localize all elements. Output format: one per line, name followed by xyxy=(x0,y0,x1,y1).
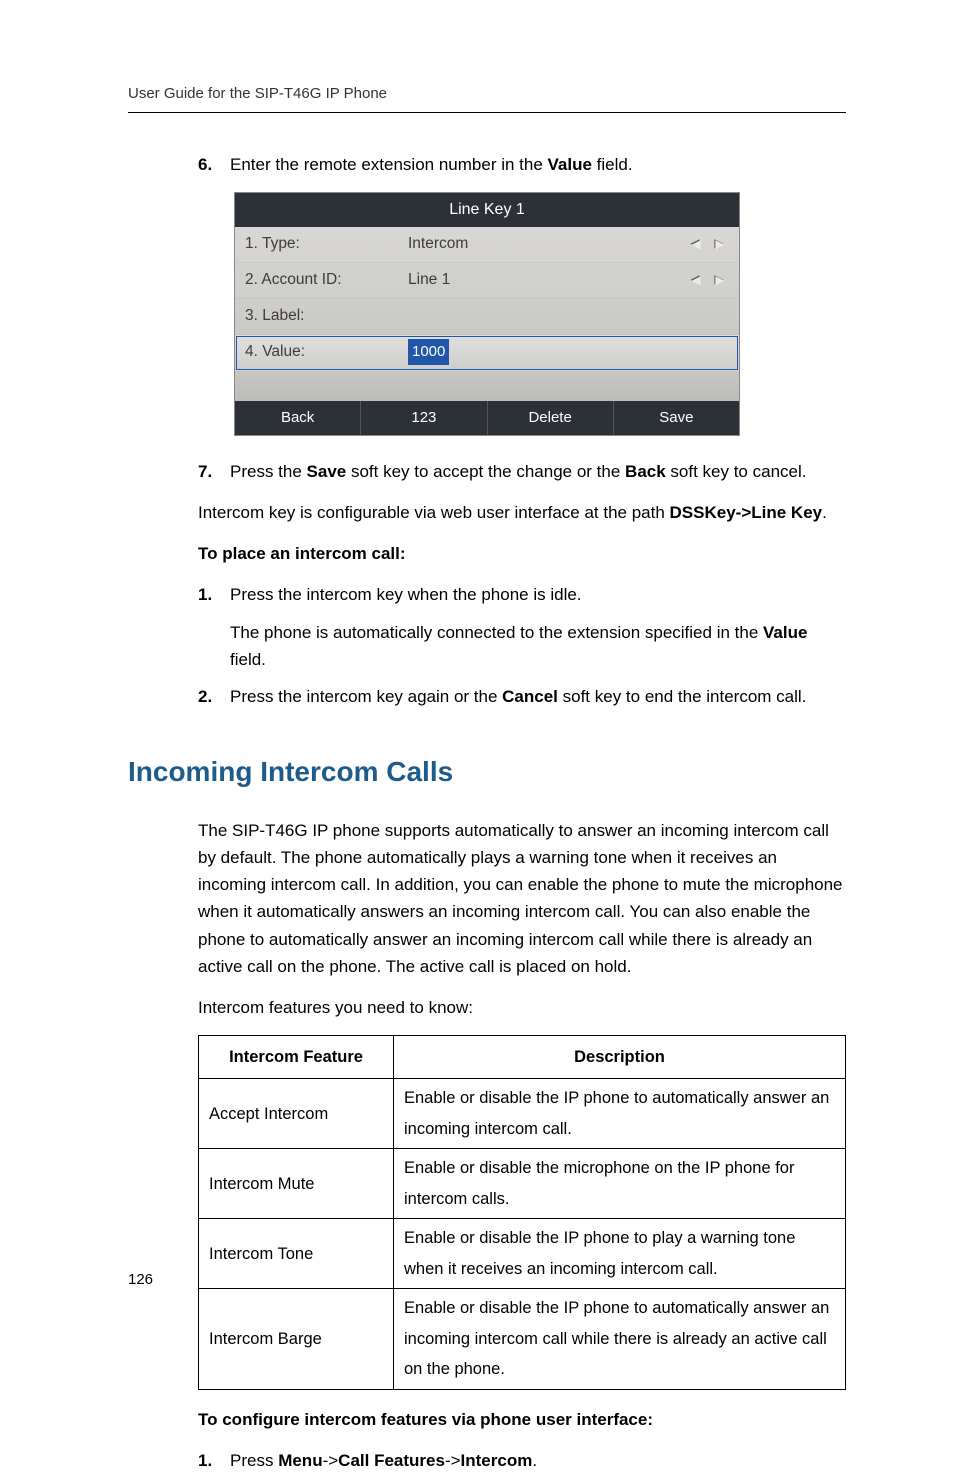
arrow-group: ◀ ▶ xyxy=(687,235,729,253)
section-para-1: The SIP-T46G IP phone supports automatic… xyxy=(128,817,846,980)
step-marker: 1. xyxy=(198,1447,230,1474)
field-value: Line 1 xyxy=(400,268,687,293)
place-step-2: 2. Press the intercom key again or the C… xyxy=(128,683,846,710)
phone-row-type: 1. Type: Intercom ◀ ▶ xyxy=(235,227,739,263)
section-heading: Incoming Intercom Calls xyxy=(128,750,846,795)
arrow-left-icon: ◀ xyxy=(687,271,705,289)
phone-row-account: 2. Account ID: Line 1 ◀ ▶ xyxy=(235,263,739,299)
feature-table: Intercom Feature Description Accept Inte… xyxy=(198,1035,846,1390)
bold-text: Value xyxy=(548,155,592,174)
text: Press xyxy=(230,1451,278,1470)
phone-body: 1. Type: Intercom ◀ ▶ 2. Account ID: Lin… xyxy=(235,227,739,401)
softkey-save: Save xyxy=(614,401,739,435)
running-header: User Guide for the SIP-T46G IP Phone xyxy=(128,82,846,113)
feature-desc: Enable or disable the IP phone to play a… xyxy=(394,1219,846,1289)
phone-row-label: 3. Label: xyxy=(235,299,739,335)
softkey-123: 123 xyxy=(361,401,487,435)
arrow-group: ◀ ▶ xyxy=(687,271,729,289)
phone-title-bar: Line Key 1 xyxy=(235,193,739,227)
step-7: 7. Press the Save soft key to accept the… xyxy=(128,458,846,485)
text: soft key to end the intercom call. xyxy=(558,687,807,706)
table-header: Description xyxy=(394,1036,846,1079)
text: field. xyxy=(592,155,633,174)
bold-text: Cancel xyxy=(502,687,558,706)
bold-text: DSSKey->Line Key xyxy=(670,503,823,522)
bold-text: Menu xyxy=(278,1451,322,1470)
text: -> xyxy=(445,1451,461,1470)
phone-spacer xyxy=(235,371,739,401)
bold-text: Intercom xyxy=(461,1451,533,1470)
arrow-right-icon: ▶ xyxy=(711,235,729,253)
feature-name: Intercom Barge xyxy=(199,1289,394,1390)
feature-name: Intercom Tone xyxy=(199,1219,394,1289)
softkey-bar: Back 123 Delete Save xyxy=(235,401,739,435)
field-label: 2. Account ID: xyxy=(245,268,400,293)
text: Press the intercom key again or the xyxy=(230,687,502,706)
place-step-1: 1. Press the intercom key when the phone… xyxy=(128,581,846,608)
table-header-row: Intercom Feature Description xyxy=(199,1036,846,1079)
arrow-left-icon: ◀ xyxy=(687,235,705,253)
step-marker: 2. xyxy=(198,683,230,710)
arrow-right-icon: ▶ xyxy=(711,271,729,289)
step-marker: 7. xyxy=(198,458,230,485)
page-number: 126 xyxy=(128,1268,153,1292)
feature-name: Accept Intercom xyxy=(199,1079,394,1149)
step-text: Press the intercom key when the phone is… xyxy=(230,581,846,608)
step-text: Press the Save soft key to accept the ch… xyxy=(230,458,846,485)
text: soft key to accept the change or the xyxy=(346,462,625,481)
phone-row-value: 4. Value: 1000 xyxy=(235,335,739,371)
field-label: 4. Value: xyxy=(245,340,400,365)
text: Enter the remote extension number in the xyxy=(230,155,548,174)
field-value: Intercom xyxy=(400,232,687,257)
table-row: Accept Intercom Enable or disable the IP… xyxy=(199,1079,846,1149)
table-row: Intercom Tone Enable or disable the IP p… xyxy=(199,1219,846,1289)
table-row: Intercom Barge Enable or disable the IP … xyxy=(199,1289,846,1390)
bold-text: Save xyxy=(307,462,347,481)
text: . xyxy=(822,503,827,522)
field-value-wrap: 1000 xyxy=(400,339,729,365)
text: Intercom key is configurable via web use… xyxy=(198,503,670,522)
feature-desc: Enable or disable the microphone on the … xyxy=(394,1149,846,1219)
field-value-selected: 1000 xyxy=(408,339,449,365)
step-text: Enter the remote extension number in the… xyxy=(230,151,846,178)
configure-heading: To configure intercom features via phone… xyxy=(128,1406,846,1433)
softkey-delete: Delete xyxy=(488,401,614,435)
section-para-2: Intercom features you need to know: xyxy=(128,994,846,1021)
field-label: 3. Label: xyxy=(245,304,400,329)
text: The phone is automatically connected to … xyxy=(230,623,763,642)
text: . xyxy=(532,1451,537,1470)
table-header: Intercom Feature xyxy=(199,1036,394,1079)
field-label: 1. Type: xyxy=(245,232,400,257)
feature-name: Intercom Mute xyxy=(199,1149,394,1219)
text: Press the xyxy=(230,462,307,481)
step-marker: 6. xyxy=(198,151,230,178)
softkey-back: Back xyxy=(235,401,361,435)
step-text: Press Menu->Call Features->Intercom. xyxy=(230,1447,846,1474)
place-call-heading: To place an intercom call: xyxy=(128,540,846,567)
feature-desc: Enable or disable the IP phone to automa… xyxy=(394,1289,846,1390)
page: User Guide for the SIP-T46G IP Phone 6. … xyxy=(0,0,954,1350)
table-row: Intercom Mute Enable or disable the micr… xyxy=(199,1149,846,1219)
bold-text: Call Features xyxy=(338,1451,445,1470)
step-6: 6. Enter the remote extension number in … xyxy=(128,151,846,178)
step-marker: 1. xyxy=(198,581,230,608)
text: -> xyxy=(323,1451,339,1470)
phone-screenshot: Line Key 1 1. Type: Intercom ◀ ▶ 2. Acco… xyxy=(234,192,740,436)
configure-step-1: 1. Press Menu->Call Features->Intercom. xyxy=(128,1447,846,1474)
bold-text: Back xyxy=(625,462,666,481)
text: field. xyxy=(230,650,266,669)
place-step-1-followup: The phone is automatically connected to … xyxy=(128,619,846,673)
text: soft key to cancel. xyxy=(666,462,807,481)
step-text: Press the intercom key again or the Canc… xyxy=(230,683,846,710)
config-note: Intercom key is configurable via web use… xyxy=(128,499,846,526)
feature-desc: Enable or disable the IP phone to automa… xyxy=(394,1079,846,1149)
bold-text: Value xyxy=(763,623,807,642)
